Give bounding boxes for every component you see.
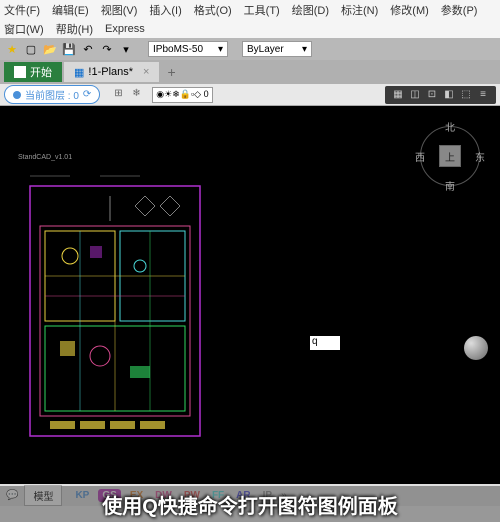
layer-freeze-icon[interactable]: ❄ <box>132 88 146 102</box>
menu-annotate[interactable]: 标注(N) <box>341 2 378 18</box>
tab-document[interactable]: ▦ !1-Plans* × <box>64 62 159 82</box>
menu-edit[interactable]: 编辑(E) <box>52 2 89 18</box>
tab-document-label: !1-Plans* <box>88 66 133 78</box>
current-layer-pill[interactable]: 当前图层 : 0 ⟳ <box>4 85 100 104</box>
layer-dot-icon <box>13 91 21 99</box>
menu-format[interactable]: 格式(O) <box>194 2 232 18</box>
menu-window[interactable]: 窗口(W) <box>4 21 44 37</box>
navigation-ball[interactable] <box>464 336 488 360</box>
menu-help[interactable]: 帮助(H) <box>56 21 93 37</box>
menu-insert[interactable]: 插入(I) <box>149 2 181 18</box>
menu-params[interactable]: 参数(P) <box>441 2 478 18</box>
document-icon: ▦ <box>74 66 84 79</box>
drawing-title-text: StandCAD_v1.01 <box>18 154 72 161</box>
menu-view[interactable]: 视图(V) <box>101 2 138 18</box>
current-layer-label: 当前图层 : 0 <box>25 87 79 102</box>
menu-modify[interactable]: 修改(M) <box>390 2 429 18</box>
layer-dropdown[interactable]: ◉☀❄🔒▫◇ 0 <box>152 87 212 103</box>
menu-draw[interactable]: 绘图(D) <box>292 2 329 18</box>
view-icon-4[interactable]: ◧ <box>442 88 456 102</box>
menu-tools[interactable]: 工具(T) <box>244 2 280 18</box>
layer-tools: ⊞ ❄ <box>114 88 146 102</box>
caption-text: 使用Q快捷命令打开图符图例面板 <box>102 490 398 519</box>
view-icon-5[interactable]: ⬚ <box>459 88 473 102</box>
menu-express[interactable]: Express <box>105 23 145 35</box>
style-dropdown[interactable]: IPboMS-50▾ <box>148 41 228 57</box>
view-cube[interactable]: 上 北 南 东 西 <box>415 121 485 191</box>
command-input[interactable]: q <box>310 336 340 350</box>
tab-close-icon[interactable]: × <box>143 66 149 78</box>
view-cube-top[interactable]: 上 <box>439 145 461 167</box>
favorite-icon[interactable]: ★ <box>4 41 20 57</box>
refresh-icon[interactable]: ⟳ <box>83 89 91 100</box>
tab-add[interactable]: + <box>159 62 183 82</box>
tab-start-label: 开始 <box>30 64 52 80</box>
tutorial-caption: 使用Q快捷命令打开图符图例面板 <box>0 486 500 522</box>
quick-access-toolbar: ★ ▢ 📂 💾 ↶ ↷ ▾ IPboMS-50▾ ByLayer▾ <box>0 38 500 60</box>
menu-file[interactable]: 文件(F) <box>4 2 40 18</box>
dropdown-icon[interactable]: ▾ <box>118 41 134 57</box>
menu-bar: 文件(F) 编辑(E) 视图(V) 插入(I) 格式(O) 工具(T) 绘图(D… <box>0 0 500 20</box>
open-icon[interactable]: 📂 <box>42 41 58 57</box>
document-tabs: 开始 ▦ !1-Plans* × + <box>0 60 500 84</box>
menu-bar-2: 窗口(W) 帮助(H) Express <box>0 20 500 38</box>
view-icon-1[interactable]: ▦ <box>391 88 405 102</box>
layer-toolbar: 当前图层 : 0 ⟳ ⊞ ❄ ◉☀❄🔒▫◇ 0 ▦ ◫ ⊡ ◧ ⬚ ≡ <box>0 84 500 106</box>
view-icon-3[interactable]: ⊡ <box>425 88 439 102</box>
view-icon-6[interactable]: ≡ <box>476 88 490 102</box>
compass-north[interactable]: 北 <box>445 119 455 134</box>
cad-drawing <box>20 166 220 466</box>
bylayer-dropdown[interactable]: ByLayer▾ <box>242 41 312 57</box>
new-icon[interactable]: ▢ <box>23 41 39 57</box>
view-tools-dark: ▦ ◫ ⊡ ◧ ⬚ ≡ <box>385 86 496 104</box>
undo-icon[interactable]: ↶ <box>80 41 96 57</box>
compass-south[interactable]: 南 <box>445 178 455 193</box>
drawing-canvas[interactable]: StandCAD_v1.01 <box>0 106 500 484</box>
tab-start[interactable]: 开始 <box>4 62 62 82</box>
view-icon-2[interactable]: ◫ <box>408 88 422 102</box>
compass-east[interactable]: 东 <box>475 149 485 164</box>
redo-icon[interactable]: ↷ <box>99 41 115 57</box>
compass-west[interactable]: 西 <box>415 149 425 164</box>
save-icon[interactable]: 💾 <box>61 41 77 57</box>
windows-icon <box>14 66 26 78</box>
layer-props-icon[interactable]: ⊞ <box>114 88 128 102</box>
